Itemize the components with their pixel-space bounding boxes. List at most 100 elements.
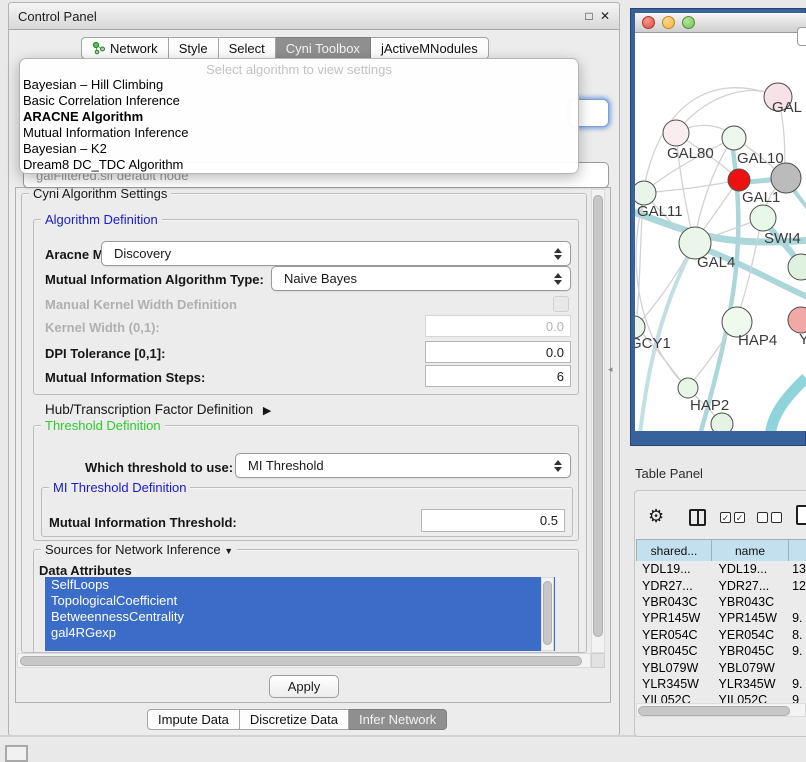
algorithm-definition-legend: Algorithm Definition [41, 212, 162, 227]
control-panel-titlebar: Control Panel □ ✕ [9, 3, 619, 30]
which-threshold-combo[interactable]: MI Threshold [235, 453, 571, 478]
split-columns-icon[interactable] [689, 509, 706, 526]
hub-definition-toggle[interactable]: Hub/Transcription Factor Definition ▶ [45, 402, 271, 417]
tab-select[interactable]: Select [219, 37, 276, 59]
table-row[interactable]: YER054CYER054C8. [636, 627, 806, 643]
table-row[interactable]: YIL052CYIL052C9 [636, 692, 806, 703]
network-node[interactable] [788, 254, 806, 280]
algorithm-item[interactable]: Basic Correlation Inference [20, 93, 578, 109]
table-cell: YDR27... [636, 579, 712, 593]
settings-hscrollbar-thumb[interactable] [20, 656, 582, 666]
table-row[interactable]: YDL19...YDL19...13 [636, 561, 806, 577]
minimized-panel-icon[interactable] [5, 745, 28, 762]
network-node[interactable] [728, 169, 750, 191]
algorithm-item[interactable]: Bayesian – Hill Climbing [20, 77, 578, 93]
cyni-algorithm-settings-legend: Cyni Algorithm Settings [29, 186, 171, 201]
network-node[interactable] [771, 163, 801, 193]
network-tools-fragment[interactable] [797, 27, 806, 46]
dpi-tolerance-field[interactable]: 0.0 [425, 341, 571, 363]
select-all-columns-icon[interactable]: ✓ ✓ [720, 512, 745, 523]
tab-cyni-toolbox[interactable]: Cyni Toolbox [276, 37, 371, 59]
algorithm-item[interactable]: Bayesian – K2 [20, 141, 578, 157]
manual-kernel-label: Manual Kernel Width Definition [45, 297, 237, 312]
mi-threshold-value: 0.5 [540, 513, 558, 528]
float-window-icon[interactable]: □ [581, 9, 597, 23]
table-cell: YBR045C [636, 644, 712, 658]
apply-button[interactable]: Apply [269, 675, 339, 698]
minimize-traffic-light-icon[interactable] [662, 16, 675, 29]
settings-vscrollbar-thumb[interactable] [593, 195, 603, 637]
attr-item-selected[interactable]: gal4RGexp [45, 625, 555, 641]
table-settings-gear-icon[interactable]: ⚙ [648, 506, 664, 527]
table-row[interactable]: YBL079WYBL079W [636, 659, 806, 675]
tab-jactivemnodules[interactable]: jActiveMNodules [371, 37, 489, 59]
table-row[interactable]: YLR345WYLR345W9. [636, 676, 806, 692]
table-row[interactable]: YBR043CYBR043C [636, 594, 806, 610]
document-icon[interactable] [796, 505, 806, 525]
table-row[interactable]: YDR27...YDR27...12 [636, 577, 806, 593]
network-node[interactable] [663, 120, 689, 146]
settings-hscrollbar[interactable] [17, 653, 591, 668]
table-hscrollbar[interactable] [636, 703, 806, 717]
unchecked-box-icon [757, 512, 768, 523]
attr-item-selected[interactable] [45, 641, 555, 651]
aracne-mode-combo[interactable]: Discovery [101, 241, 571, 266]
splitter-handle-icon[interactable]: ◂ [608, 364, 613, 375]
close-traffic-light-icon[interactable] [642, 16, 655, 29]
network-node[interactable] [788, 307, 806, 333]
network-node[interactable] [678, 378, 698, 398]
unselect-all-columns-icon[interactable] [757, 512, 782, 523]
network-node-label: GCY1 [635, 335, 671, 352]
attr-list-scrollbar[interactable] [541, 577, 554, 651]
column-header-shared-name[interactable]: shared... [636, 539, 712, 562]
table-hscrollbar-thumb[interactable] [638, 706, 790, 716]
table-cell: YPR145W [636, 611, 712, 625]
mi-steps-field[interactable]: 6 [425, 365, 571, 387]
scrollbar-corner [591, 653, 605, 668]
collapsed-arrow-icon: ▶ [263, 405, 271, 417]
data-attributes-list: SelfLoops TopologicalCoefficient Between… [45, 577, 555, 651]
table-row[interactable]: YBR045CYBR045C9. [636, 643, 806, 659]
mi-steps-value: 6 [557, 369, 564, 384]
table-cell: YDR27... [712, 579, 789, 593]
network-graph[interactable]: GALGAL80GAL10GAL1GAL11SWI4GAL4GCY1HAP4YH… [635, 33, 806, 431]
which-threshold-label: Which threshold to use: [85, 460, 233, 475]
settings-vscrollbar[interactable] [591, 189, 605, 653]
algorithm-item-selected[interactable]: ARACNE Algorithm [20, 109, 578, 125]
close-window-icon[interactable]: ✕ [597, 9, 613, 23]
attr-list-scrollbar-thumb[interactable] [543, 581, 552, 645]
mi-type-combo[interactable]: Naive Bayes [271, 266, 571, 291]
sources-legend-toggle[interactable]: Sources for Network Inference ▼ [41, 542, 237, 559]
tab-network[interactable]: Network [81, 37, 169, 59]
table-row[interactable]: YPR145WYPR145W9. [636, 610, 806, 626]
network-node[interactable] [722, 126, 746, 150]
attr-item-selected[interactable]: BetweennessCentrality [45, 609, 555, 625]
network-canvas[interactable]: GALGAL80GAL10GAL1GAL11SWI4GAL4GCY1HAP4YH… [635, 33, 806, 431]
stepper-arrows-icon [549, 273, 567, 285]
network-node-label: Y [799, 331, 806, 348]
mi-steps-label: Mutual Information Steps: [45, 370, 205, 385]
tab-discretize-data[interactable]: Discretize Data [240, 709, 349, 730]
network-node[interactable] [750, 205, 776, 231]
attr-item-selected[interactable]: SelfLoops [45, 577, 555, 593]
zoom-traffic-light-icon[interactable] [682, 16, 695, 29]
algorithm-item[interactable]: Dream8 DC_TDC Algorithm [20, 157, 578, 173]
algorithm-dropdown-placeholder: Select algorithm to view settings [20, 62, 578, 77]
unchecked-box-icon [771, 512, 782, 523]
tab-infer-network[interactable]: Infer Network [349, 709, 447, 730]
kernel-width-field[interactable]: 0.0 [425, 315, 571, 337]
network-node-label: HAP4 [738, 332, 777, 349]
tab-style[interactable]: Style [169, 37, 219, 59]
manual-kernel-checkbox[interactable] [553, 296, 569, 312]
column-header-clipped[interactable] [788, 539, 806, 562]
algorithm-item[interactable]: Mutual Information Inference [20, 125, 578, 141]
tab-jactivemnodules-label: jActiveMNodules [381, 41, 478, 56]
mi-threshold-field[interactable]: 0.5 [421, 509, 565, 532]
mi-threshold-label: Mutual Information Threshold: [49, 515, 237, 530]
network-node[interactable] [635, 181, 656, 205]
attr-item-selected[interactable]: TopologicalCoefficient [45, 593, 555, 609]
network-node[interactable] [711, 413, 733, 431]
table-cell: YPR145W [712, 611, 789, 625]
tab-impute-data[interactable]: Impute Data [147, 709, 240, 730]
column-header-name[interactable]: name [711, 539, 789, 562]
